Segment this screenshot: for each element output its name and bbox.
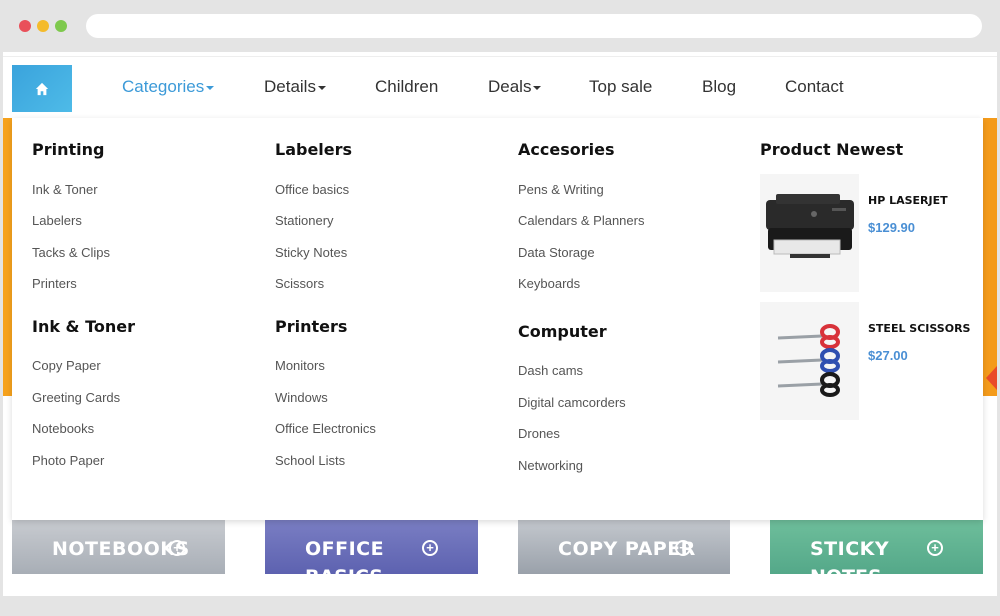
product-name[interactable]: STEEL SCISSORS <box>868 322 970 335</box>
menu-link[interactable]: Photo Paper <box>32 453 104 468</box>
menu-column-printing: Printing Ink & Toner Labelers Tacks & Cl… <box>32 140 232 291</box>
menu-column-labelers: Labelers Office basics Stationery Sticky… <box>275 140 475 291</box>
product-card-steel-scissors[interactable]: STEEL SCISSORS $27.00 <box>760 302 970 420</box>
menu-link[interactable]: Networking <box>518 458 583 473</box>
menu-link[interactable]: Pens & Writing <box>518 182 604 197</box>
nav-categories-label: Categories <box>122 77 205 96</box>
printer-image[interactable] <box>760 174 859 292</box>
menu-link[interactable]: Data Storage <box>518 245 595 260</box>
nav-details[interactable]: Details <box>264 77 326 97</box>
nav-blog[interactable]: Blog <box>702 77 736 97</box>
menu-link[interactable]: Office basics <box>275 182 349 197</box>
slider-next-icon[interactable] <box>986 366 997 390</box>
menu-link[interactable]: Dash cams <box>518 363 583 378</box>
minimize-window-button[interactable] <box>37 20 49 32</box>
hero-banner-edge <box>3 118 12 396</box>
menu-column-title: Printing <box>32 140 105 159</box>
chevron-down-icon <box>206 85 215 90</box>
nav-deals-label: Deals <box>488 77 532 96</box>
home-icon <box>35 82 49 95</box>
category-card-copy-paper[interactable]: COPY PAPER + <box>518 518 730 574</box>
menu-link[interactable]: Windows <box>275 390 328 405</box>
product-price: $129.90 <box>868 220 915 235</box>
menu-link[interactable]: Tacks & Clips <box>32 245 110 260</box>
address-bar[interactable] <box>86 14 982 38</box>
card-label: OFFICE <box>305 538 385 560</box>
menu-link[interactable]: Digital camcorders <box>518 395 626 410</box>
plus-circle-icon[interactable]: + <box>675 540 691 556</box>
menu-column-computer: Computer Dash cams Digital camcorders Dr… <box>518 322 738 473</box>
menu-link[interactable]: Calendars & Planners <box>518 213 644 228</box>
menu-link[interactable]: Copy Paper <box>32 358 101 373</box>
menu-link[interactable]: Monitors <box>275 358 325 373</box>
card-label-line2: BASICS <box>305 566 383 574</box>
menu-column-title: Computer <box>518 322 607 341</box>
categories-mega-menu: Printing Ink & Toner Labelers Tacks & Cl… <box>12 118 983 520</box>
product-card-hp-laserjet[interactable]: HP LASERJET $129.90 <box>760 174 970 292</box>
category-card-notebooks[interactable]: NOTEBOOKS + <box>12 518 225 574</box>
main-navigation: Categories Details Children Deals Top sa… <box>3 56 997 116</box>
hero-banner-edge-right <box>983 118 997 396</box>
chevron-down-icon <box>317 85 326 90</box>
menu-column-title: Labelers <box>275 140 353 159</box>
menu-column-title: Printers <box>275 317 348 336</box>
menu-link[interactable]: Keyboards <box>518 276 580 291</box>
browser-titlebar <box>0 0 1000 52</box>
menu-link[interactable]: Notebooks <box>32 421 94 436</box>
menu-link[interactable]: School Lists <box>275 453 345 468</box>
menu-column-title: Accesories <box>518 140 615 159</box>
nav-categories[interactable]: Categories <box>122 77 215 97</box>
chevron-down-icon <box>533 85 542 90</box>
menu-link[interactable]: Office Electronics <box>275 421 376 436</box>
plus-circle-icon[interactable]: + <box>169 540 185 556</box>
card-label-line2: NOTES <box>810 566 882 574</box>
product-name[interactable]: HP LASERJET <box>868 194 948 207</box>
nav-contact[interactable]: Contact <box>785 77 844 97</box>
menu-link[interactable]: Stationery <box>275 213 334 228</box>
nav-details-label: Details <box>264 77 316 96</box>
category-card-office-basics[interactable]: OFFICE BASICS + <box>265 518 478 574</box>
menu-link[interactable]: Labelers <box>32 213 82 228</box>
menu-link[interactable]: Ink & Toner <box>32 182 98 197</box>
nav-children[interactable]: Children <box>375 77 438 97</box>
menu-link[interactable]: Greeting Cards <box>32 390 120 405</box>
browser-frame-bottom <box>0 596 1000 616</box>
menu-link[interactable]: Scissors <box>275 276 324 291</box>
plus-circle-icon[interactable]: + <box>927 540 943 556</box>
maximize-window-button[interactable] <box>55 20 67 32</box>
menu-link[interactable]: Drones <box>518 426 560 441</box>
home-button[interactable] <box>12 65 72 112</box>
menu-link[interactable]: Sticky Notes <box>275 245 347 260</box>
card-label: STICKY <box>810 538 890 560</box>
menu-column-ink-toner: Ink & Toner Copy Paper Greeting Cards No… <box>32 317 232 468</box>
close-window-button[interactable] <box>19 20 31 32</box>
menu-column-title: Ink & Toner <box>32 317 135 336</box>
menu-column-accesories: Accesories Pens & Writing Calendars & Pl… <box>518 140 738 291</box>
nav-top-sale[interactable]: Top sale <box>589 77 652 97</box>
product-price: $27.00 <box>868 348 908 363</box>
category-card-sticky-notes[interactable]: STICKY NOTES + <box>770 518 983 574</box>
plus-circle-icon[interactable]: + <box>422 540 438 556</box>
menu-link[interactable]: Printers <box>32 276 77 291</box>
nav-deals[interactable]: Deals <box>488 77 542 97</box>
scissors-image[interactable] <box>760 302 859 420</box>
menu-column-printers: Printers Monitors Windows Office Electro… <box>275 317 475 468</box>
product-newest-title: Product Newest <box>760 140 904 159</box>
